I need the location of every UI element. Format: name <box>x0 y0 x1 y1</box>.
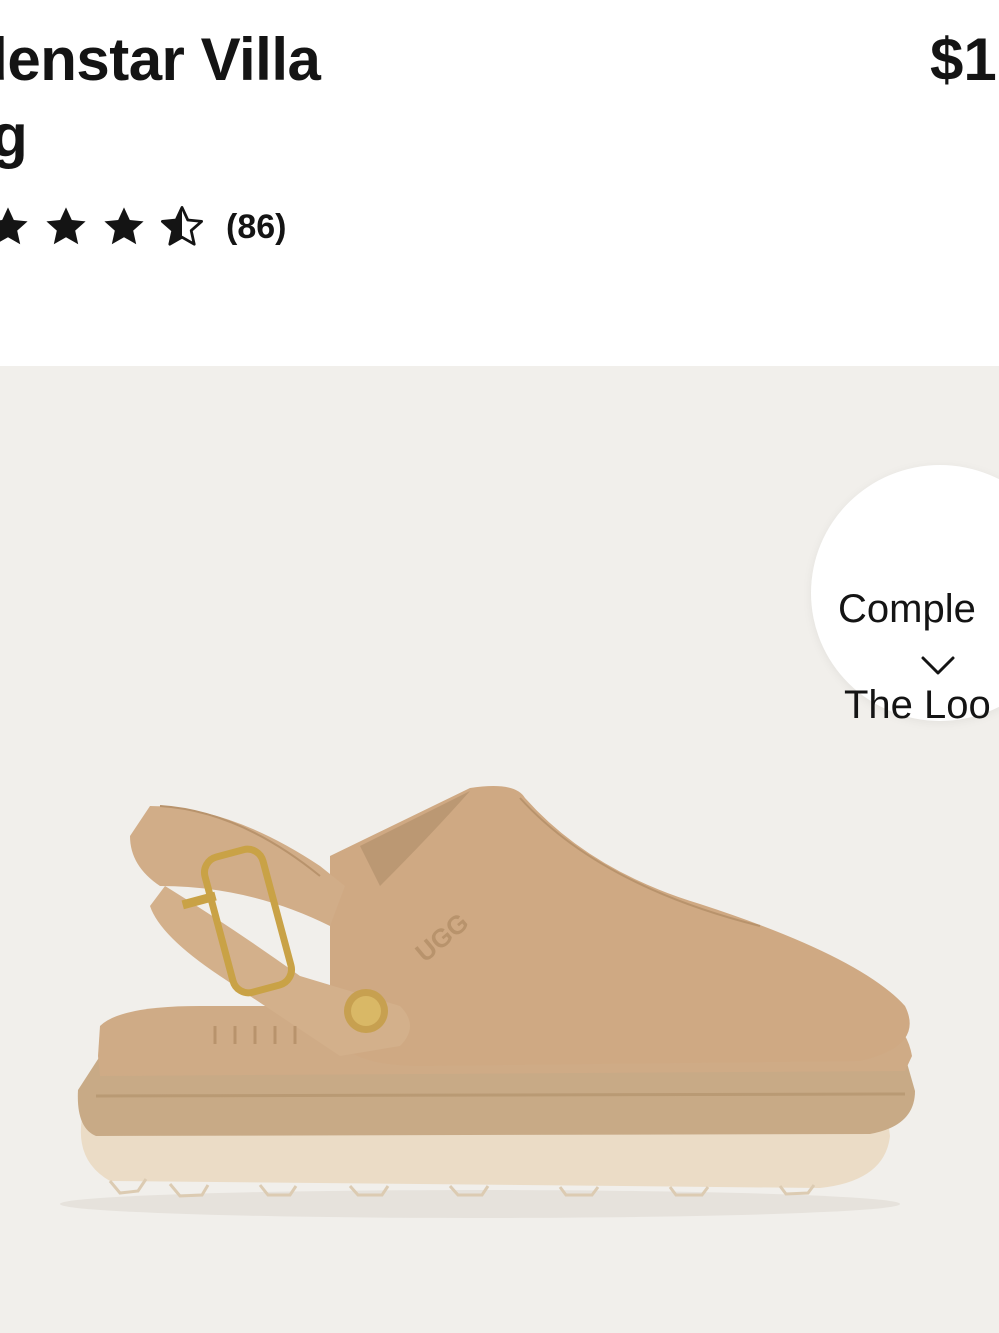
star-full-icon <box>104 207 144 245</box>
star-half-icon <box>161 206 203 246</box>
complete-the-look-line-1: Comple <box>838 587 976 631</box>
star-full-icon <box>46 207 86 245</box>
product-title: ldenstar Villa og <box>0 22 475 174</box>
product-price: $1 <box>930 26 997 93</box>
rating-summary[interactable]: (86) <box>0 203 286 251</box>
product-image-gallery[interactable]: UGG Comple The Loo <box>0 366 999 1333</box>
chevron-down-icon <box>921 656 955 675</box>
product-title-line-2: og <box>0 102 28 169</box>
star-full-icon <box>0 207 28 245</box>
complete-the-look-line-2: The Loo <box>844 683 991 727</box>
star-rating <box>0 203 216 251</box>
review-count: (86) <box>226 207 287 246</box>
product-title-line-1: ldenstar Villa <box>0 26 321 93</box>
product-header: ldenstar Villa og $1 (86) <box>0 0 999 366</box>
complete-the-look-label: Comple The Loo <box>838 537 999 777</box>
